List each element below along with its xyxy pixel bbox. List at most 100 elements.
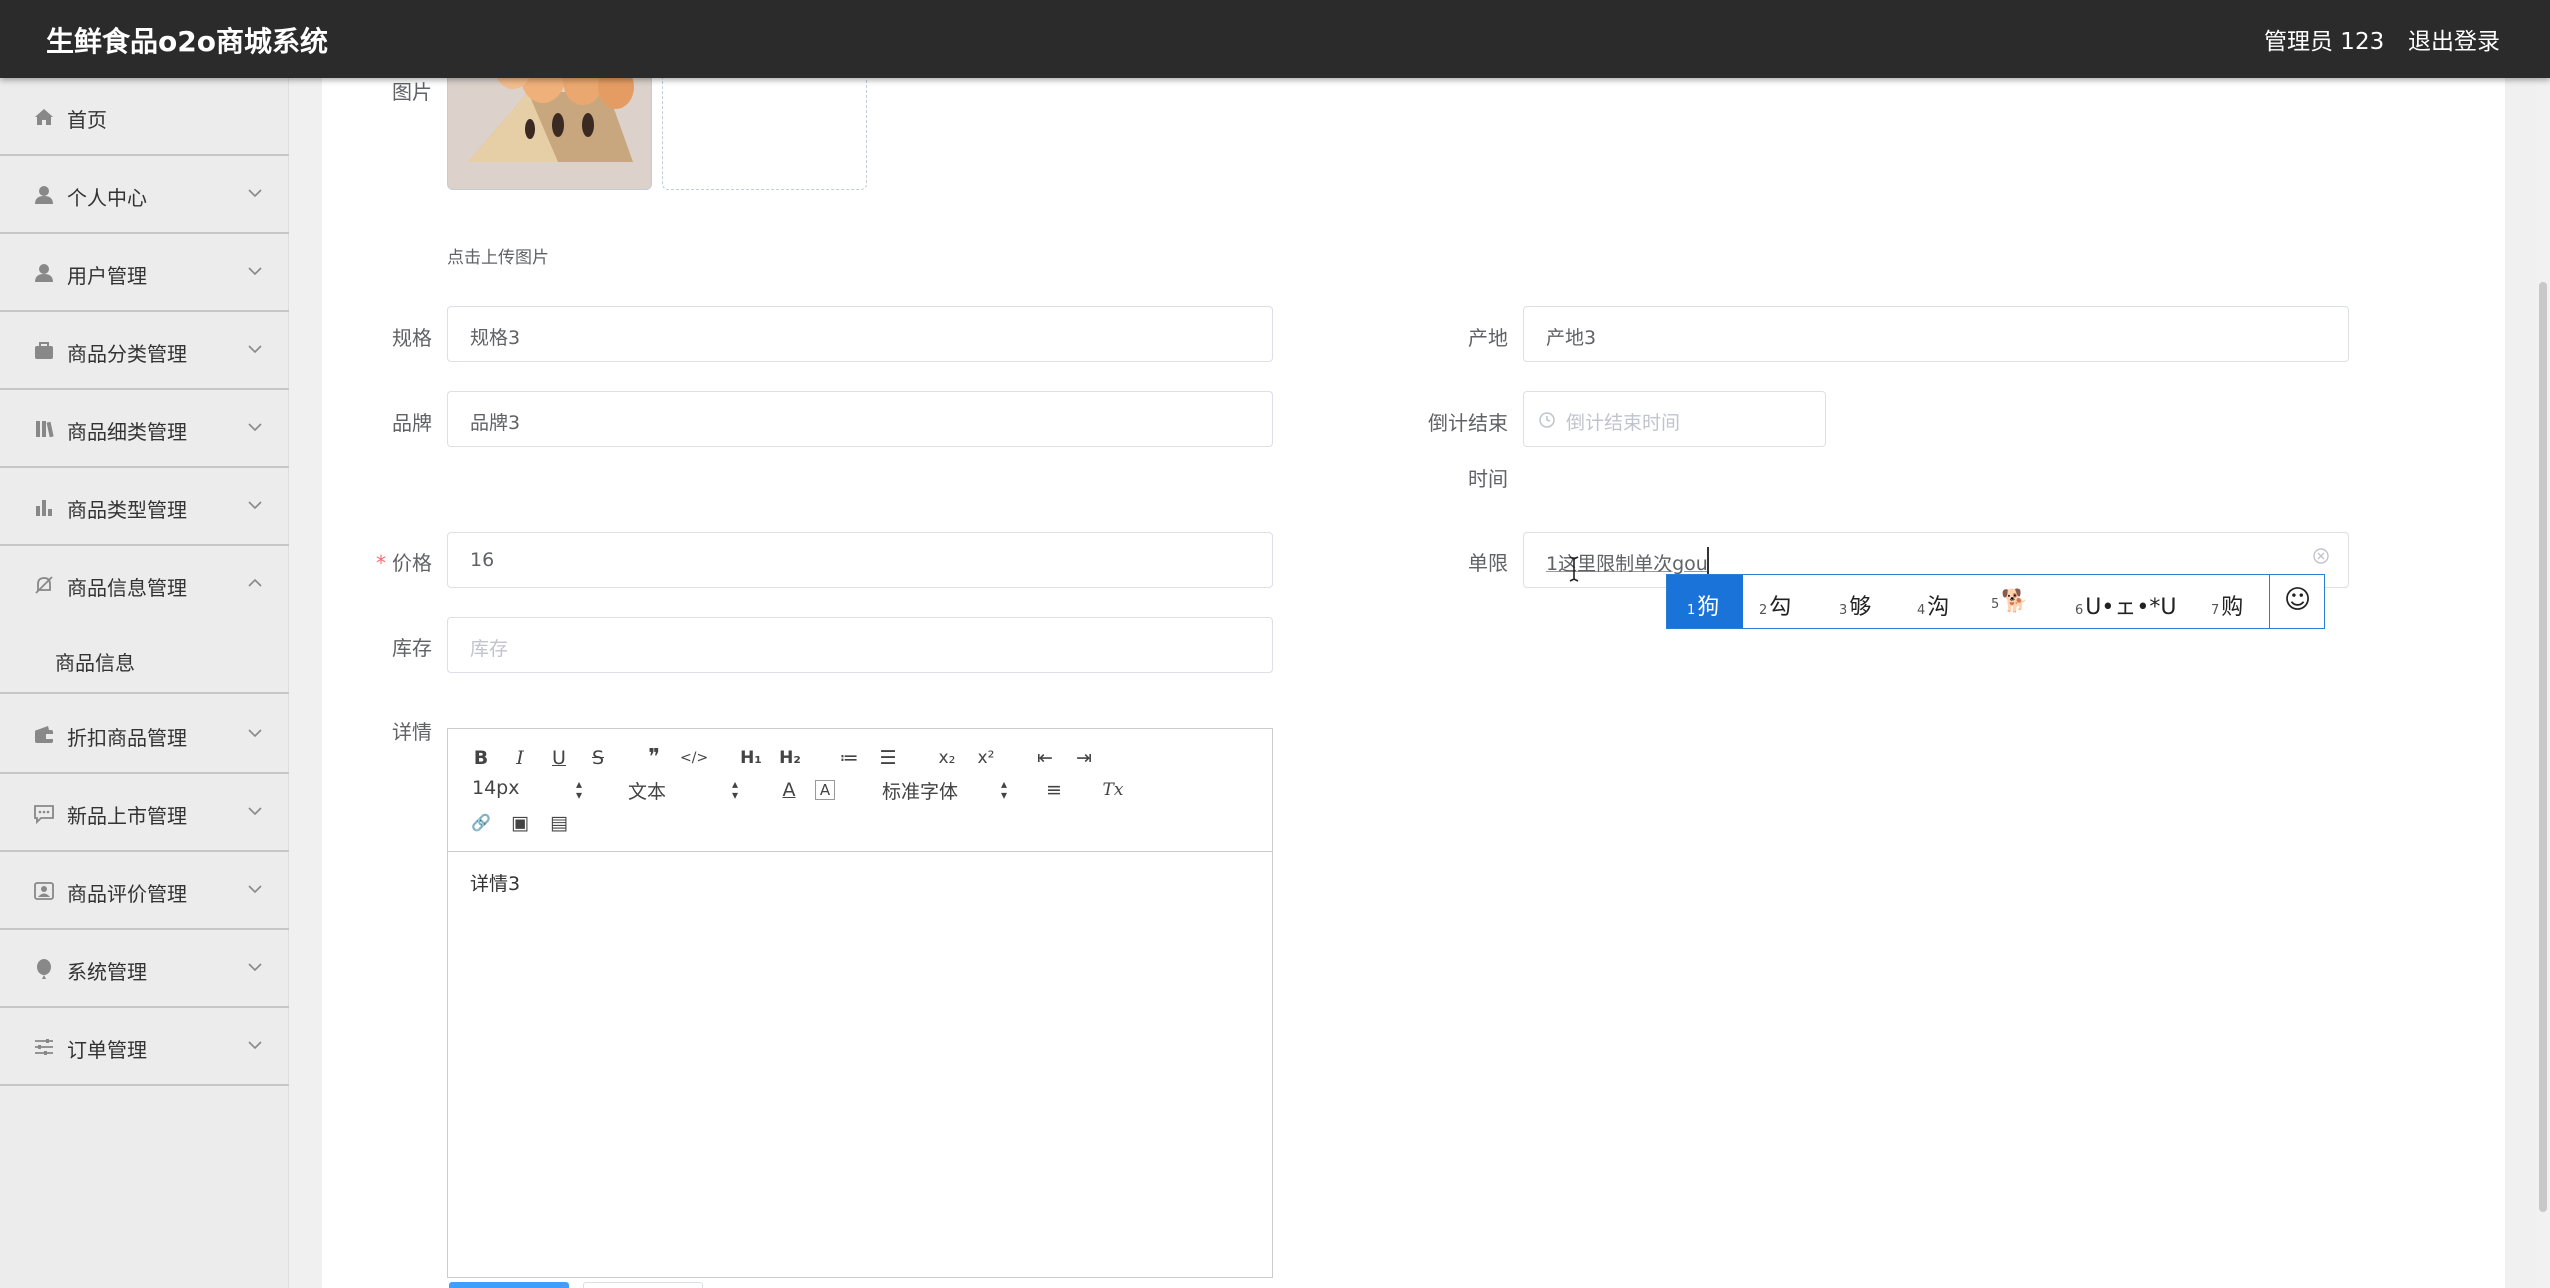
sidebar-item-discount-management[interactable]: 折扣商品管理 <box>0 696 289 774</box>
brand-input-value: 品牌3 <box>470 412 521 434</box>
sidebar-item-label: 商品类型管理 <box>67 498 187 522</box>
sidebar-item-order-management[interactable]: 订单管理 <box>0 1008 289 1086</box>
ibeam-cursor-icon <box>1569 556 1579 582</box>
outdent-button[interactable]: ⇤ <box>1032 745 1058 771</box>
indent-button[interactable]: ⇥ <box>1071 745 1097 771</box>
font-size-select[interactable]: 14px ▴ ▾ <box>472 777 592 803</box>
chevron-up-icon <box>248 578 262 587</box>
brand-label: 品牌 <box>392 411 432 435</box>
ordered-list-button[interactable]: ≔ <box>836 745 862 771</box>
library-icon <box>36 421 54 438</box>
ime-candidate[interactable]: 4沟 <box>1917 575 1949 628</box>
sidebar-item-subcategory-management[interactable]: 商品细类管理 <box>0 390 289 468</box>
h1-button[interactable]: H₁ <box>738 745 764 771</box>
background-color-button[interactable]: A <box>815 780 835 800</box>
countdown-label: 倒计结束 <box>1428 411 1508 435</box>
countdown-label-line2: 时间 <box>1468 467 1508 491</box>
chevron-down-icon <box>248 729 262 738</box>
text-color-button[interactable]: A <box>776 777 802 803</box>
app-title: 生鲜食品o2o商城系统 <box>46 25 328 58</box>
blockquote-button[interactable]: ❞ <box>641 745 667 771</box>
ime-candidate[interactable]: 7购 <box>2211 575 2243 628</box>
sidebar-item-home[interactable]: 首页 <box>0 78 289 156</box>
strike-button[interactable]: S <box>585 745 611 771</box>
chevron-down-icon <box>248 189 262 198</box>
underline-button[interactable]: U <box>546 745 572 771</box>
clean-format-button[interactable]: Tx <box>1100 777 1126 803</box>
briefcase-icon <box>35 342 53 359</box>
submit-button[interactable] <box>449 1282 569 1288</box>
stock-placeholder: 库存 <box>470 638 509 660</box>
sidebar: 首页 个人中心 用户管理 商品分类管理 商品细类管理 商品类型管理 商品信息管理… <box>0 78 289 1288</box>
image-button[interactable]: ▣ <box>507 810 533 836</box>
sidebar-item-label: 订单管理 <box>67 1038 147 1062</box>
sidebar-item-label: 系统管理 <box>67 960 147 984</box>
current-user: 管理员 123 <box>2264 29 2385 55</box>
code-block-button[interactable]: </> <box>680 745 708 771</box>
scrollbar-thumb[interactable] <box>2539 282 2547 1212</box>
sidebar-item-label: 新品上市管理 <box>67 804 187 828</box>
sidebar-item-label: 用户管理 <box>67 264 147 288</box>
sidebar-item-label: 商品分类管理 <box>67 342 187 366</box>
sidebar-item-label: 商品评价管理 <box>67 882 187 906</box>
select-arrows-icon: ▴ ▾ <box>1001 777 1008 802</box>
bullet-list-button[interactable]: ☰ <box>875 745 901 771</box>
price-input-value: 16 <box>470 549 495 571</box>
subscript-button[interactable]: x₂ <box>934 745 960 771</box>
text-cursor <box>1707 547 1709 575</box>
sidebar-item-label: 个人中心 <box>67 186 147 210</box>
clock-icon <box>1539 412 1555 428</box>
ime-emoji-button[interactable]: ☺ <box>2269 575 2324 628</box>
balloon-icon <box>37 959 51 979</box>
spec-input[interactable]: 规格3 <box>447 306 1273 362</box>
bold-button[interactable]: B <box>468 745 494 771</box>
sidebar-item-personal-center[interactable]: 个人中心 <box>0 156 289 234</box>
sidebar-item-review-management[interactable]: 商品评价管理 <box>0 852 289 930</box>
editor-content[interactable]: 详情3 <box>470 869 520 896</box>
sidebar-item-system-management[interactable]: 系统管理 <box>0 930 289 1008</box>
link-button[interactable]: 🔗 <box>468 810 494 836</box>
sidebar-item-product-info-management[interactable]: 商品信息管理 <box>0 546 289 624</box>
sidebar-item-user-management[interactable]: 用户管理 <box>0 234 289 312</box>
limit-label: 单限 <box>1468 551 1508 575</box>
stock-label: 库存 <box>392 636 432 660</box>
bar-chart-icon <box>36 500 52 516</box>
font-family-select[interactable]: 标准字体 ▴ ▾ <box>882 777 1017 803</box>
logout-link[interactable]: 退出登录 <box>2408 22 2500 56</box>
ime-candidate[interactable]: 3够 <box>1839 575 1871 628</box>
h2-button[interactable]: H₂ <box>777 745 803 771</box>
cancel-button[interactable] <box>583 1282 703 1288</box>
sidebar-item-label: 首页 <box>67 108 107 132</box>
select-arrows-icon: ▴ ▾ <box>576 777 583 802</box>
spec-label: 规格 <box>392 326 432 350</box>
header-select-value: 文本 <box>628 781 667 803</box>
ime-candidate[interactable]: 1狗 <box>1667 575 1743 628</box>
editor-toolbar: B I U S ❞ </> H₁ H₂ ≔ ☰ x₂ x² ⇤ ⇥ 14px ▴… <box>448 729 1272 852</box>
bell-off-icon <box>35 576 53 594</box>
price-input[interactable]: 16 <box>447 532 1273 588</box>
italic-button[interactable]: I <box>507 745 533 771</box>
sidebar-item-label: 折扣商品管理 <box>67 726 187 750</box>
sidebar-item-category-management[interactable]: 商品分类管理 <box>0 312 289 390</box>
sidebar-subitem-product-info[interactable]: 商品信息 <box>0 624 289 694</box>
sidebar-item-new-arrivals-management[interactable]: 新品上市管理 <box>0 774 289 852</box>
countdown-placeholder: 倒计结束时间 <box>1566 412 1681 434</box>
sidebar-item-type-management[interactable]: 商品类型管理 <box>0 468 289 546</box>
ime-candidate[interactable]: 6U•ェ•*U <box>2075 575 2176 628</box>
chevron-down-icon <box>248 885 262 894</box>
ime-candidate[interactable]: 2勾 <box>1759 575 1791 628</box>
clear-icon[interactable] <box>2312 547 2330 565</box>
origin-input[interactable]: 产地3 <box>1523 306 2349 362</box>
align-button[interactable]: ≡ <box>1041 777 1067 803</box>
ime-candidate[interactable]: 5🐕 <box>1991 575 2029 628</box>
smiley-icon: ☺ <box>2284 585 2312 615</box>
sidebar-subitem-label: 商品信息 <box>55 651 135 675</box>
header-select[interactable]: 文本 ▴ ▾ <box>628 777 748 803</box>
brand-input[interactable]: 品牌3 <box>447 391 1273 447</box>
countdown-time-picker[interactable]: 倒计结束时间 <box>1523 391 1826 447</box>
video-button[interactable]: ▤ <box>546 810 572 836</box>
home-icon <box>35 109 53 125</box>
stock-input[interactable]: 库存 <box>447 617 1273 673</box>
chevron-down-icon <box>248 345 262 354</box>
superscript-button[interactable]: x² <box>973 745 999 771</box>
